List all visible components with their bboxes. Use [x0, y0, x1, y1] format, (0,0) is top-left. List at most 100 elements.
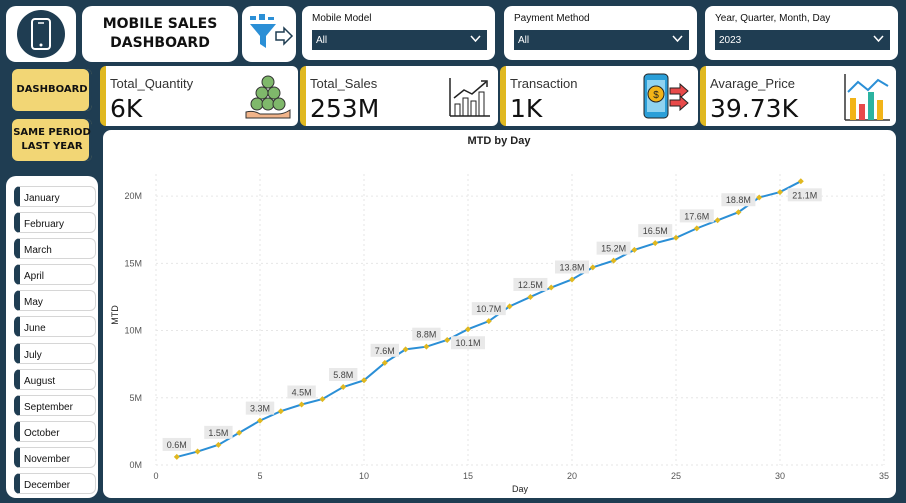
y-tick-label: 20M	[124, 191, 142, 201]
date-hierarchy-slicer[interactable]: Year, Quarter, Month, Day 2023	[705, 6, 898, 60]
kpi-card-total-quantity: Total_Quantity 6K	[100, 66, 298, 126]
kpi-card-total-sales: Total_Sales 253M	[300, 66, 498, 126]
page-title: MOBILE SALES DASHBOARD	[102, 16, 218, 51]
y-tick-label: 0M	[129, 460, 142, 470]
data-point[interactable]	[423, 343, 430, 350]
select-value: 2023	[719, 35, 742, 46]
data-label: 13.8M	[555, 260, 589, 274]
dashboard-nav-button[interactable]: DASHBOARD	[10, 67, 94, 113]
month-item-may[interactable]: May	[14, 290, 96, 311]
x-tick-label: 15	[463, 471, 473, 481]
x-tick-label: 35	[879, 471, 889, 481]
data-label-text: 16.5M	[643, 226, 668, 236]
logo	[6, 6, 76, 62]
select-value: All	[518, 35, 530, 46]
data-label: 4.5M	[287, 385, 316, 399]
x-tick-label: 5	[257, 471, 262, 481]
kpi-value: 1K	[510, 94, 543, 123]
x-tick-label: 30	[775, 471, 785, 481]
data-point[interactable]	[673, 234, 679, 241]
x-tick-label: 0	[153, 471, 158, 481]
data-label-text: 10.7M	[476, 304, 501, 314]
chevron-down-icon	[873, 35, 884, 43]
chevron-down-icon	[470, 35, 481, 43]
month-item-june[interactable]: June	[14, 316, 96, 337]
kpi-label: Total_Sales	[310, 76, 378, 91]
date-select[interactable]: 2023	[715, 30, 890, 50]
mobile-model-select[interactable]: All	[312, 30, 487, 50]
data-label-text: 3.3M	[250, 404, 270, 414]
month-item-september[interactable]: September	[14, 395, 96, 416]
month-item-july[interactable]: July	[14, 343, 96, 364]
kpi-label: Transaction	[510, 76, 578, 91]
month-item-february[interactable]: February	[14, 212, 96, 233]
data-label: 16.5M	[638, 224, 673, 238]
x-axis-ticks: 0 5 10 15 20 25 30 35	[153, 471, 889, 481]
data-label-text: 10.1M	[455, 338, 480, 348]
x-tick-label: 20	[567, 471, 577, 481]
kpi-card-transaction: Transaction 1K $	[500, 66, 698, 126]
data-point[interactable]	[548, 284, 555, 291]
funnel-filter-icon	[250, 14, 294, 48]
data-label: 17.6M	[679, 209, 714, 223]
month-item-april[interactable]: April	[14, 264, 96, 285]
y-tick-label: 5M	[129, 393, 142, 403]
nav-label: SAME PERIOD LAST YEAR	[13, 127, 91, 152]
data-point[interactable]	[173, 453, 180, 460]
data-label-text: 7.6M	[375, 346, 395, 356]
slicer-label: Year, Quarter, Month, Day	[715, 13, 831, 24]
data-label-text: 21.1M	[792, 190, 817, 200]
data-point[interactable]	[714, 217, 721, 224]
y-axis-ticks: 0M 5M 10M 15M 20M	[124, 191, 142, 470]
month-item-january[interactable]: January	[14, 186, 96, 207]
same-period-last-year-button[interactable]: SAME PERIOD LAST YEAR	[10, 117, 94, 163]
y-tick-label: 15M	[124, 258, 142, 268]
data-label: 7.6M	[370, 343, 399, 357]
month-item-march[interactable]: March	[14, 238, 96, 259]
data-point[interactable]	[693, 225, 700, 232]
nav-label: DASHBOARD	[16, 84, 88, 95]
month-item-august[interactable]: August	[14, 369, 96, 390]
mobile-model-slicer[interactable]: Mobile Model All	[302, 6, 495, 60]
kpi-card-average-price: Avarage_Price 39.73K	[700, 66, 896, 126]
month-slicer: January February March April May June Ju…	[6, 176, 98, 498]
data-label: 10.1M	[451, 336, 485, 350]
data-point[interactable]	[527, 293, 534, 300]
data-label-text: 12.5M	[518, 280, 543, 290]
data-point[interactable]	[194, 448, 201, 455]
kpi-value: 6K	[110, 94, 143, 123]
kpi-value: 39.73K	[710, 94, 798, 123]
kpi-label: Avarage_Price	[710, 76, 796, 91]
svg-text:$: $	[653, 90, 659, 101]
coins-hand-icon	[245, 75, 291, 119]
month-item-november[interactable]: November	[14, 447, 96, 468]
payment-method-select[interactable]: All	[514, 30, 689, 50]
chevron-down-icon	[672, 35, 683, 43]
smartphone-icon	[17, 10, 65, 58]
payment-method-slicer[interactable]: Payment Method All	[504, 6, 697, 60]
data-label: 3.3M	[245, 401, 275, 415]
data-label-text: 15.2M	[601, 244, 626, 254]
x-tick-label: 25	[671, 471, 681, 481]
filter-panel-button[interactable]	[242, 6, 296, 62]
data-label: 15.2M	[596, 241, 631, 255]
month-item-december[interactable]: December	[14, 473, 96, 494]
x-axis-label: Day	[512, 484, 529, 494]
data-label: 5.8M	[329, 368, 358, 382]
data-point[interactable]	[277, 408, 284, 415]
slicer-label: Payment Method	[514, 13, 590, 24]
data-label-text: 0.6M	[167, 440, 187, 450]
y-axis-label: MTD	[110, 305, 120, 325]
kpi-value: 253M	[310, 94, 380, 123]
month-item-october[interactable]: October	[14, 421, 96, 442]
data-point[interactable]	[652, 240, 659, 247]
data-label-text: 13.8M	[559, 262, 584, 272]
data-point[interactable]	[298, 401, 305, 408]
data-label-text: 1.5M	[208, 428, 228, 438]
line-chart: MTD by Day 0 5 10 15 20 25 30 35 0M5M10M15M20M …	[110, 135, 889, 494]
chart-title: MTD by Day	[468, 135, 532, 147]
bar-growth-chart-icon	[449, 78, 490, 117]
data-label-text: 4.5M	[292, 387, 312, 397]
y-tick-label: 10M	[124, 326, 142, 336]
data-label-text: 17.6M	[684, 211, 709, 221]
